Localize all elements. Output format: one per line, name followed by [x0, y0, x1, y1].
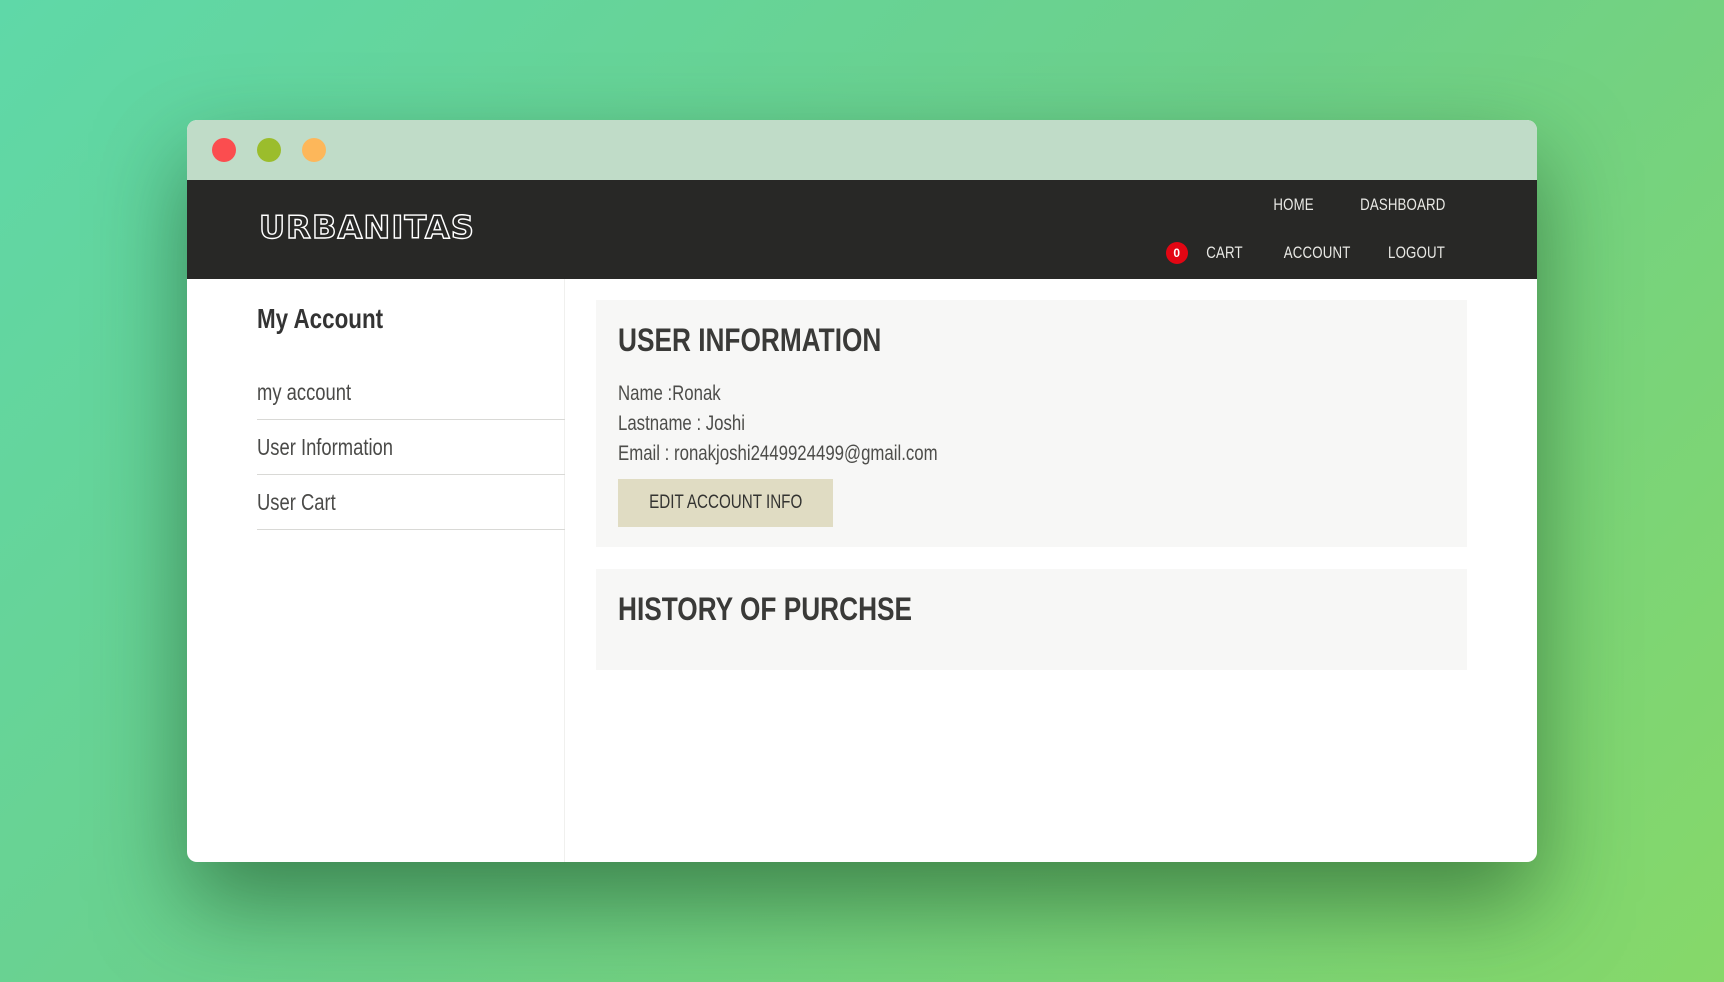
- browser-window: URBANITAS HOME DASHBOARD 0 CART ACCOUNT …: [187, 120, 1537, 862]
- sidebar-item-my-account[interactable]: my account: [257, 365, 565, 420]
- edit-account-info-button[interactable]: EDIT ACCOUNT INFO: [618, 479, 834, 527]
- user-information-card: USER INFORMATION Name :Ronak Lastname : …: [596, 300, 1467, 547]
- edit-account-info-label: EDIT ACCOUNT INFO: [649, 492, 803, 513]
- sidebar-title: My Account: [257, 303, 384, 334]
- top-nav: HOME DASHBOARD: [1262, 195, 1445, 215]
- logo-text: URBANITAS: [259, 210, 475, 246]
- user-nav: 0 CART ACCOUNT LOGOUT: [1165, 242, 1445, 264]
- purchase-history-heading: HISTORY OF PURCHSE: [618, 591, 913, 627]
- sidebar-item-label: User Information: [257, 433, 394, 460]
- user-lastname-line: Lastname : Joshi: [618, 412, 746, 435]
- sidebar-menu: my account User Information User Cart: [257, 365, 565, 530]
- cart-link[interactable]: 0 CART: [1165, 242, 1243, 264]
- sidebar-item-user-cart[interactable]: User Cart: [257, 475, 565, 530]
- account-sidebar: My Account my account User Information U…: [187, 279, 565, 862]
- close-window-dot[interactable]: [212, 138, 236, 162]
- minimize-window-dot[interactable]: [257, 138, 281, 162]
- purchase-history-card: HISTORY OF PURCHSE: [596, 569, 1467, 670]
- cart-count-badge: 0: [1165, 242, 1188, 264]
- user-email-line: Email : ronakjoshi2449924499@gmail.com: [618, 442, 938, 465]
- nav-home-link[interactable]: HOME: [1273, 195, 1313, 215]
- sidebar-item-label: my account: [257, 378, 352, 405]
- site-header: URBANITAS HOME DASHBOARD 0 CART ACCOUNT …: [187, 180, 1537, 279]
- nav-logout-link[interactable]: LOGOUT: [1388, 243, 1445, 263]
- sidebar-item-user-information[interactable]: User Information: [257, 420, 565, 475]
- window-titlebar: [187, 120, 1537, 180]
- main-panel: USER INFORMATION Name :Ronak Lastname : …: [596, 300, 1467, 692]
- nav-cart-link[interactable]: CART: [1206, 243, 1242, 263]
- user-name-line: Name :Ronak: [618, 382, 721, 405]
- sidebar-item-label: User Cart: [257, 488, 336, 515]
- page-content: My Account my account User Information U…: [187, 279, 1537, 862]
- nav-account-link[interactable]: ACCOUNT: [1283, 243, 1350, 263]
- maximize-window-dot[interactable]: [302, 138, 326, 162]
- urbanitas-logo[interactable]: URBANITAS: [257, 208, 479, 246]
- user-information-heading: USER INFORMATION: [618, 322, 882, 358]
- nav-dashboard-link[interactable]: DASHBOARD: [1360, 195, 1445, 215]
